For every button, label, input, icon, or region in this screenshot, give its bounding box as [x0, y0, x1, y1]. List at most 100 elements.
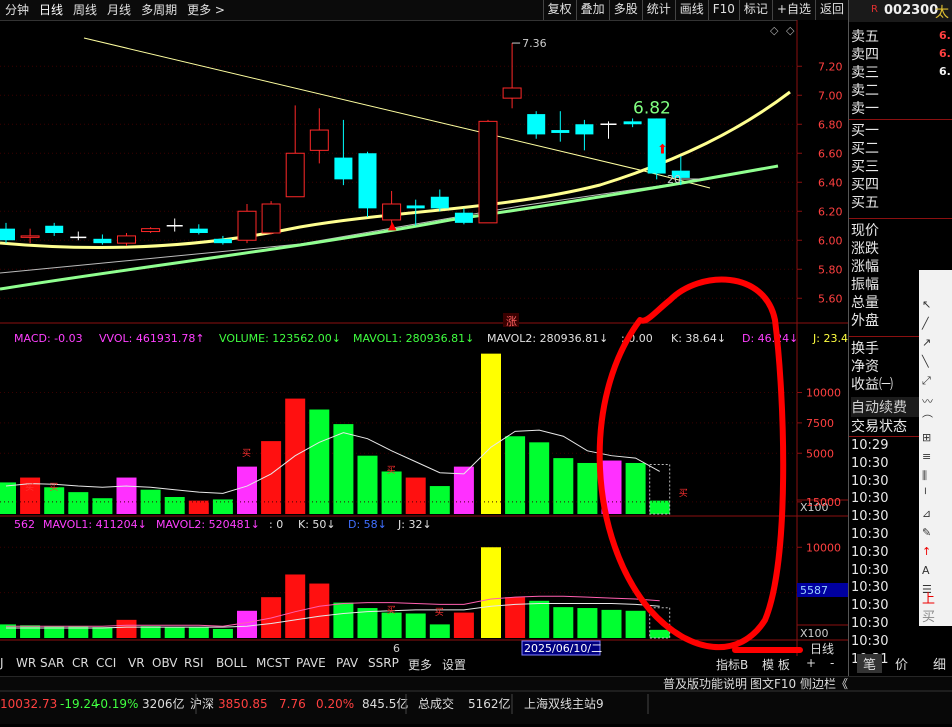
tab-OBV[interactable]: OBV: [152, 656, 178, 670]
volume-bar[interactable]: [164, 496, 185, 514]
draw-tool-icon[interactable]: ↗: [922, 336, 931, 349]
candle[interactable]: [623, 118, 642, 128]
candle[interactable]: [166, 218, 183, 232]
candle[interactable]: [551, 111, 570, 142]
volume-bar[interactable]: [505, 597, 526, 638]
footer-link-0[interactable]: 普及版功能说明: [663, 676, 747, 691]
volume-bar[interactable]: [649, 629, 670, 638]
panel-tab-2[interactable]: 细: [933, 654, 946, 673]
toolbar-action-4[interactable]: 画线: [674, 0, 708, 20]
volume-bar[interactable]: [140, 489, 161, 514]
tab-right-indicator[interactable]: 指标B: [716, 656, 748, 673]
draw-tool-icon[interactable]: ≡: [922, 450, 931, 463]
volume-bar[interactable]: [357, 455, 378, 514]
candle[interactable]: [309, 108, 329, 164]
volume-bar[interactable]: [237, 466, 257, 514]
kline-chart[interactable]: 7.20 7.00 6.80 6.60 6.40 6.20 6.00 5.80 5.60 ◇ ◇ 7…: [0, 20, 848, 656]
volume-bar[interactable]: [20, 625, 41, 638]
volume-bar[interactable]: [405, 477, 426, 514]
footer-link-1[interactable]: 图文F10: [750, 676, 796, 691]
toolbar-action-5[interactable]: F10: [707, 0, 739, 20]
volume-bar[interactable]: [164, 627, 185, 638]
candle[interactable]: [527, 111, 546, 139]
volume-bar[interactable]: [237, 610, 257, 638]
volume-bar[interactable]: [625, 610, 646, 638]
volume-bar[interactable]: [333, 424, 354, 514]
diamond-icon[interactable]: ◇: [770, 24, 779, 37]
volume-bar[interactable]: [212, 628, 233, 638]
candle[interactable]: [575, 119, 594, 151]
volume-bar[interactable]: [453, 612, 474, 638]
toolbar-action-2[interactable]: 多股: [608, 0, 642, 20]
volume-bar[interactable]: [285, 574, 306, 638]
tab-CCI[interactable]: CCI: [96, 656, 116, 670]
candle[interactable]: [502, 43, 522, 109]
toolbar-action-7[interactable]: +自选: [771, 0, 815, 20]
period-tab-4[interactable]: 多周期: [136, 0, 182, 20]
volume-bar[interactable]: [116, 619, 137, 638]
candle[interactable]: [141, 227, 161, 233]
volume-bar[interactable]: [92, 627, 113, 638]
candle[interactable]: [478, 119, 498, 224]
tab-BOLL[interactable]: BOLL: [216, 656, 247, 670]
diamond-icon[interactable]: ◇: [786, 24, 795, 37]
volume-bar[interactable]: [140, 626, 161, 638]
draw-tool-icon[interactable]: ╱: [922, 317, 929, 330]
period-tab-3[interactable]: 月线: [102, 0, 136, 20]
volume-bar[interactable]: [553, 607, 574, 638]
volume-bar[interactable]: [116, 477, 137, 514]
period-tab-5[interactable]: 更多 >: [182, 0, 230, 20]
tab-right-template[interactable]: 模 板: [762, 656, 790, 673]
toolbar-action-8[interactable]: 返回: [814, 0, 848, 20]
draw-tool-icon[interactable]: ⤢: [922, 374, 931, 388]
candle[interactable]: [117, 233, 136, 247]
candle[interactable]: [454, 208, 473, 225]
candle[interactable]: [20, 228, 40, 244]
draw-tool-icon[interactable]: ⊞: [922, 431, 931, 444]
volume-bar[interactable]: [188, 627, 209, 638]
volume-bar[interactable]: [309, 409, 330, 514]
tab-设置[interactable]: 设置: [442, 656, 466, 673]
panel-tab-1[interactable]: 价: [895, 654, 908, 673]
volume-bar[interactable]: [553, 458, 574, 514]
tab-VR[interactable]: VR: [128, 656, 145, 670]
candle[interactable]: [261, 201, 281, 235]
tab-SSRP[interactable]: SSRP: [368, 656, 399, 670]
draw-tool-icon[interactable]: ╲: [922, 355, 929, 368]
draw-tool-icon[interactable]: A: [922, 564, 930, 577]
draw-tool-icon[interactable]: ╵: [922, 488, 929, 501]
candle[interactable]: [334, 119, 353, 186]
volume-bar[interactable]: [577, 462, 598, 514]
volume-bar[interactable]: [333, 602, 354, 638]
tab-MCST[interactable]: MCST: [256, 656, 290, 670]
volume-bar[interactable]: [529, 442, 550, 514]
volume-bar[interactable]: [212, 499, 233, 514]
toolbar-action-3[interactable]: 统计: [641, 0, 675, 20]
tab-SAR[interactable]: SAR: [40, 656, 64, 670]
volume-bar[interactable]: [481, 547, 501, 638]
volume-bar[interactable]: [429, 486, 450, 514]
volume-bar[interactable]: [381, 612, 402, 638]
volume-bar[interactable]: [529, 600, 550, 638]
tab-PAV[interactable]: PAV: [336, 656, 358, 670]
toolbar-action-1[interactable]: 叠加: [575, 0, 609, 20]
volume-bar[interactable]: [188, 500, 209, 514]
candle[interactable]: [237, 204, 257, 244]
candle[interactable]: [285, 105, 305, 198]
volume-bar[interactable]: [405, 613, 426, 639]
volume-bar[interactable]: [68, 492, 89, 514]
candle[interactable]: [358, 151, 377, 218]
tab-J[interactable]: J: [0, 656, 4, 670]
tab-right-minus[interactable]: -: [830, 656, 834, 670]
candle[interactable]: [70, 231, 87, 241]
stock-code[interactable]: 002300: [884, 3, 938, 18]
volume-bar[interactable]: [601, 609, 622, 638]
tab-更多[interactable]: 更多: [408, 656, 432, 673]
tab-CR[interactable]: CR: [72, 656, 89, 670]
period-tab-2[interactable]: 周线: [68, 0, 102, 20]
draw-tool-icon[interactable]: ⌒: [922, 412, 933, 428]
draw-tool-icon[interactable]: ✎: [922, 526, 931, 539]
tab-right-plus[interactable]: +: [806, 656, 816, 670]
volume-bar[interactable]: [92, 498, 113, 514]
volume-bar[interactable]: [381, 471, 402, 514]
